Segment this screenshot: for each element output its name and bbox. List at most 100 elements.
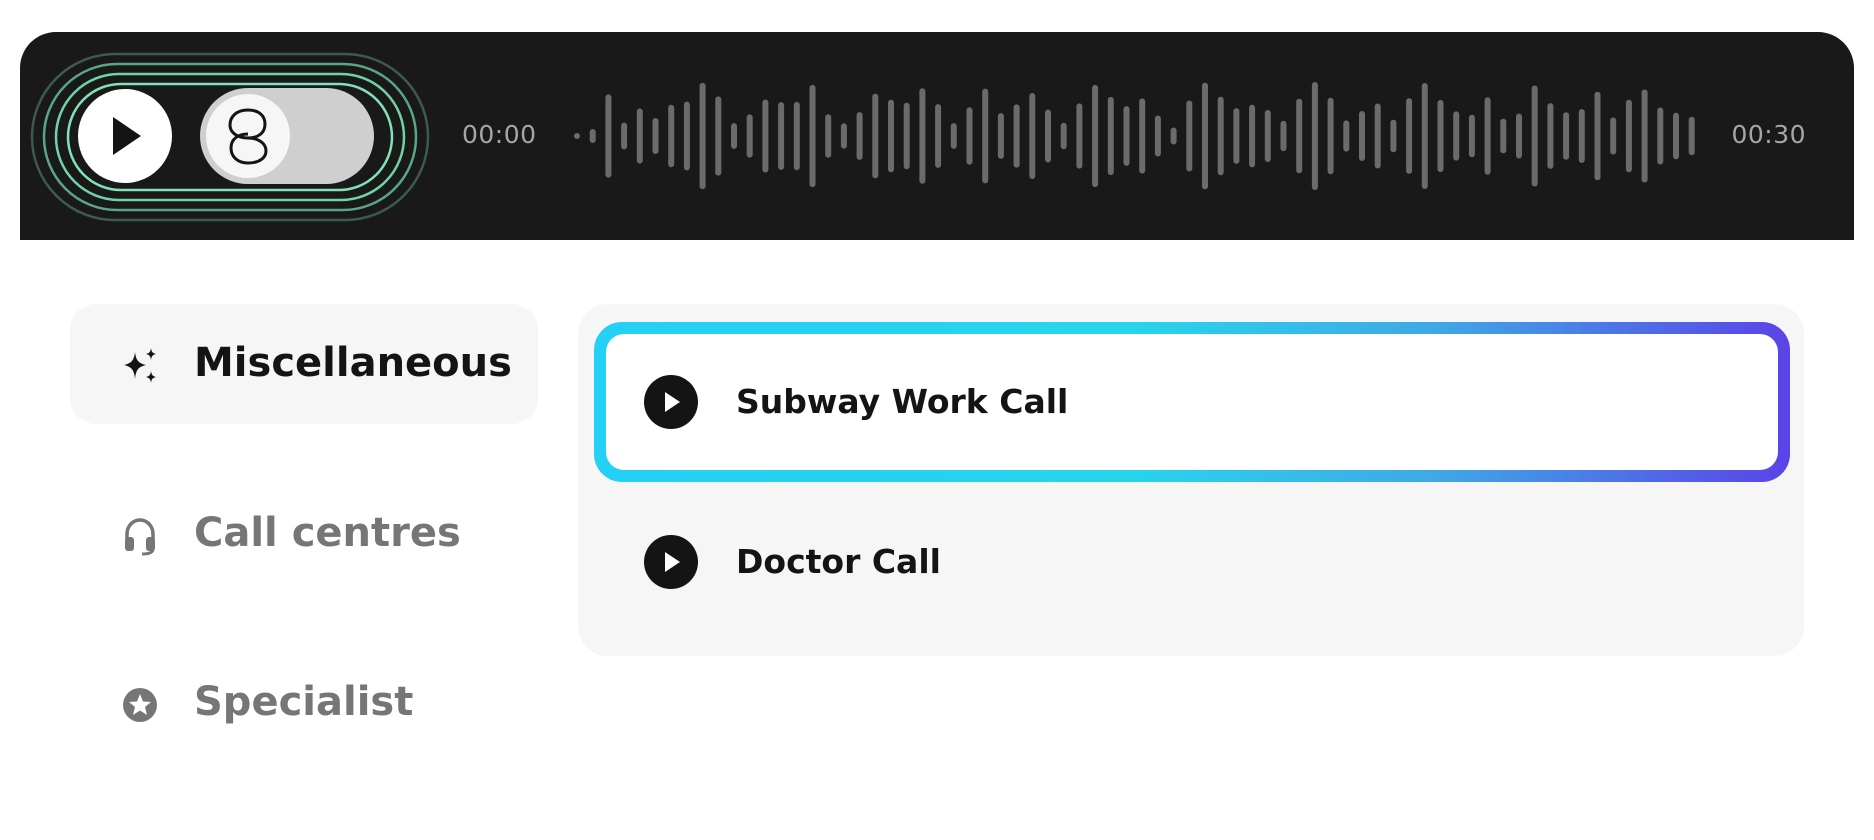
sidebar-item-label: Call centres [194,510,461,556]
waveform-bar [715,96,722,176]
waveform-bar [1296,98,1303,174]
waveform-bar [1437,99,1444,173]
sidebar-item-call-centres[interactable]: Call centres [70,474,538,594]
waveform-bar [1516,113,1522,159]
waveform-bar [919,88,926,184]
total-duration: 00:30 [1731,120,1806,149]
waveform-bar [1217,96,1224,176]
waveform-bar [1123,106,1130,166]
star-badge-icon [120,685,160,725]
waveform-bar [574,133,580,139]
waveform[interactable] [570,72,1720,200]
play-icon [113,117,141,155]
waveform-bar [1202,82,1208,190]
waveform-bar [1563,112,1570,160]
waveform-bar [1045,109,1051,163]
play-icon [665,392,680,412]
waveform-bar [1657,107,1664,165]
play-call-button[interactable] [644,535,698,589]
waveform-bar [1170,127,1177,145]
waveform-bar [872,93,879,179]
waveform-bar [1610,117,1617,155]
waveform-bar [1280,120,1287,152]
waveform-bar [1249,104,1256,168]
waveform-bar [1421,83,1428,189]
waveform-bar [1688,116,1695,156]
waveform-bar [1060,122,1067,150]
waveform-bar [856,112,863,160]
waveform-bar [793,101,800,171]
waveform-bar [1625,99,1632,173]
waveform-bar [935,104,942,168]
sidebar-item-miscellaneous[interactable]: Miscellaneous [70,304,538,424]
waveform-bar [1673,112,1679,160]
waveform-bar [1390,119,1397,153]
waveform-bar [683,101,690,171]
call-title: Doctor Call [736,542,941,581]
waveform-bar [1500,118,1507,154]
waveform-bar [1484,97,1491,175]
waveform-bar [825,114,832,158]
waveform-bar [1578,108,1585,164]
waveform-bar [888,99,894,173]
waveform-bar [1107,96,1114,176]
waveform-bar [1154,115,1161,157]
waveform-bar [636,108,643,164]
call-item-inner: Doctor Call [594,482,1790,642]
waveform-bar [950,123,957,149]
waveform-bar [605,94,612,178]
waveform-bar [982,88,989,184]
waveform-bar [668,104,675,168]
call-item-subway-work-call[interactable]: Subway Work Call [594,322,1790,482]
waveform-bar [1531,85,1538,187]
waveform-bar [1343,120,1350,152]
voice-toggle[interactable] [200,88,374,184]
waveform-bar [1453,111,1460,161]
audio-player: 00:00 00:30 [20,32,1854,240]
headset-icon [120,516,160,556]
call-title: Subway Work Call [736,382,1069,421]
waveform-bar [731,123,737,149]
waveform-bar [621,122,628,150]
waveform-bar [1406,98,1413,174]
waveform-bar [1327,97,1334,175]
waveform-bar [1233,108,1240,164]
sparkles-icon [120,346,160,386]
sidebar-item-specialist[interactable]: Specialist [70,643,538,763]
toggle-knob [206,94,290,178]
waveform-bar [1186,100,1193,172]
waveform-bar [762,99,769,173]
waveform-bar [997,113,1004,159]
interlocking-rings-logo [228,108,268,165]
waveform-bar [1641,89,1648,183]
waveform-bar [746,114,753,158]
waveform-bar [1092,84,1099,188]
sidebar-item-label: Miscellaneous [194,340,512,386]
waveform-bar [1139,98,1146,174]
waveform-bar [1468,114,1475,158]
waveform-bar [1374,103,1381,169]
waveform-bar [652,118,659,154]
call-item-doctor-call[interactable]: Doctor Call [594,482,1790,642]
waveform-bar [1359,111,1365,161]
waveform-bar [903,102,910,170]
waveform-bar [840,123,847,149]
waveform-bar [1013,104,1020,168]
waveform-bar [699,82,706,190]
waveform-bar [1029,92,1036,180]
waveform-bar [1264,109,1271,163]
waveform-bar [1547,103,1554,169]
current-time: 00:00 [462,120,537,149]
play-icon [665,552,680,572]
waveform-bar [778,102,785,170]
call-list-panel: Subway Work Call Doctor Call [578,304,1804,656]
waveform-bar [1311,82,1318,190]
waveform-bar [1076,103,1083,169]
sidebar-item-label: Specialist [194,679,414,725]
play-call-button[interactable] [644,375,698,429]
waveform-bar [589,129,596,143]
play-button[interactable] [78,89,172,183]
waveform-bar [1594,91,1601,181]
waveform-bar [809,84,816,188]
waveform-bar [966,107,973,165]
